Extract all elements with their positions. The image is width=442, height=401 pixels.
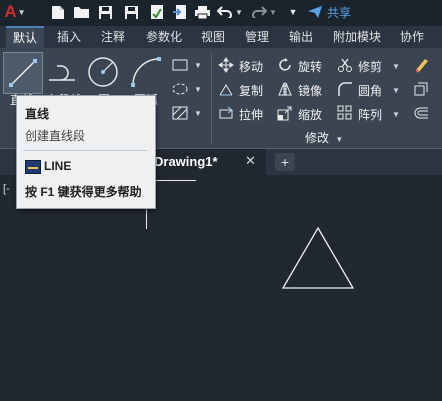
trim-button[interactable]: 修剪 [358, 58, 382, 75]
customize-quick-access-icon[interactable]: ▼ [287, 3, 299, 21]
ellipse-chevron-icon: ▼ [194, 84, 202, 94]
array-chevron-icon[interactable]: ▼ [392, 110, 400, 119]
rectangle-tool-button[interactable]: ▼ [170, 56, 204, 74]
circle-tool-button[interactable] [85, 54, 121, 90]
tooltip-description: 创建直线段 [25, 129, 86, 143]
tab-collaborate[interactable]: 协作 [392, 26, 432, 48]
arc-icon [131, 57, 161, 87]
tab-addins[interactable]: 附加模块 [326, 26, 388, 48]
undo-chevron-icon: ▼ [235, 7, 243, 17]
fillet-chevron-icon[interactable]: ▼ [392, 86, 400, 95]
new-file-icon[interactable] [49, 3, 67, 21]
stretch-icon [217, 104, 235, 122]
modify-panel-title[interactable]: 修改 ▼ [305, 129, 343, 146]
tooltip-command: LINE [44, 159, 72, 173]
polyline-tool-button[interactable] [46, 56, 80, 90]
tooltip-title: 直线 [25, 107, 50, 121]
redo-button[interactable]: ▼ [251, 3, 277, 21]
undo-button[interactable]: ▼ [217, 3, 243, 21]
tab-parametric[interactable]: 参数化 [138, 26, 190, 48]
document-tab-title: Drawing1* [154, 154, 218, 169]
import-icon[interactable] [170, 3, 188, 21]
explode-icon[interactable] [410, 80, 432, 98]
line-tooltip: 直线 创建直线段 LINE 按 F1 键获得更多帮助 [16, 95, 156, 209]
print-icon[interactable] [193, 3, 211, 21]
tab-view[interactable]: 视图 [194, 26, 232, 48]
tab-manage[interactable]: 管理 [238, 26, 276, 48]
plot-sheet-icon[interactable] [148, 3, 166, 21]
trim-icon [336, 56, 354, 74]
array-icon [336, 104, 354, 122]
new-tab-plus-icon[interactable]: + [275, 153, 295, 171]
document-tab[interactable]: Drawing1* ✕ [148, 149, 266, 175]
app-menu-chevron-icon: ▼ [17, 7, 26, 17]
hatch-chevron-icon: ▼ [194, 108, 202, 118]
copy-button[interactable]: 复制 [239, 82, 263, 99]
hatch-icon [172, 106, 188, 120]
array-button[interactable]: 阵列 [358, 106, 382, 123]
rectangle-chevron-icon: ▼ [194, 60, 202, 70]
save-as-icon[interactable] [122, 3, 140, 21]
share-button[interactable]: 共享 [305, 3, 353, 21]
rotate-icon [276, 56, 294, 74]
triangle-shape [281, 226, 355, 289]
tooltip-help: 按 F1 键获得更多帮助 [25, 185, 142, 199]
paper-plane-icon [307, 6, 322, 18]
mirror-button[interactable]: 镜像 [298, 82, 322, 99]
quick-access-toolbar: A ▼ ▼ ▼ ▼ 共享 [0, 0, 442, 26]
tab-annotate[interactable]: 注释 [94, 26, 132, 48]
move-icon [217, 56, 235, 74]
ellipse-icon [172, 83, 188, 95]
move-button[interactable]: 移动 [239, 58, 263, 75]
command-icon [25, 160, 41, 174]
close-tab-icon[interactable]: ✕ [245, 153, 256, 169]
tooltip-divider [23, 150, 147, 151]
circle-icon [88, 57, 118, 87]
scale-button[interactable]: 缩放 [298, 106, 322, 123]
tab-insert[interactable]: 插入 [50, 26, 88, 48]
redo-chevron-icon: ▼ [269, 7, 277, 17]
polyline-icon [49, 65, 75, 81]
line-icon [9, 59, 37, 87]
scale-icon [276, 104, 294, 122]
share-label: 共享 [326, 5, 351, 20]
tab-default[interactable]: 默认 [6, 26, 44, 48]
line-tool-button[interactable] [3, 52, 43, 94]
fillet-icon [336, 80, 354, 98]
viewport-controls[interactable]: [- [3, 183, 10, 195]
mirror-icon [276, 80, 294, 98]
modify-panel-chevron-icon: ▼ [335, 135, 344, 144]
stretch-button[interactable]: 拉伸 [239, 106, 263, 123]
rotate-button[interactable]: 旋转 [298, 58, 322, 75]
undo-icon [217, 6, 233, 18]
hatch-tool-button[interactable]: ▼ [170, 104, 204, 122]
redo-icon [252, 6, 268, 18]
rectangle-icon [172, 59, 188, 71]
crosshair-cursor [146, 207, 147, 229]
trim-chevron-icon[interactable]: ▼ [392, 62, 400, 71]
fillet-button[interactable]: 圆角 [358, 82, 382, 99]
arc-tool-button[interactable] [128, 54, 164, 90]
ribbon-tab-bar: 默认 插入 注释 参数化 视图 管理 输出 附加模块 协作 [0, 26, 442, 48]
save-icon[interactable] [96, 3, 114, 21]
panel-separator [211, 52, 212, 144]
erase-icon[interactable] [410, 56, 432, 74]
app-logo-icon: A [4, 2, 17, 21]
ellipse-tool-button[interactable]: ▼ [170, 80, 204, 98]
copy-icon [217, 80, 235, 98]
offset-icon[interactable] [410, 104, 432, 122]
application-menu-button[interactable]: A ▼ [4, 2, 26, 21]
open-folder-icon[interactable] [72, 3, 90, 21]
tab-output[interactable]: 输出 [282, 26, 320, 48]
